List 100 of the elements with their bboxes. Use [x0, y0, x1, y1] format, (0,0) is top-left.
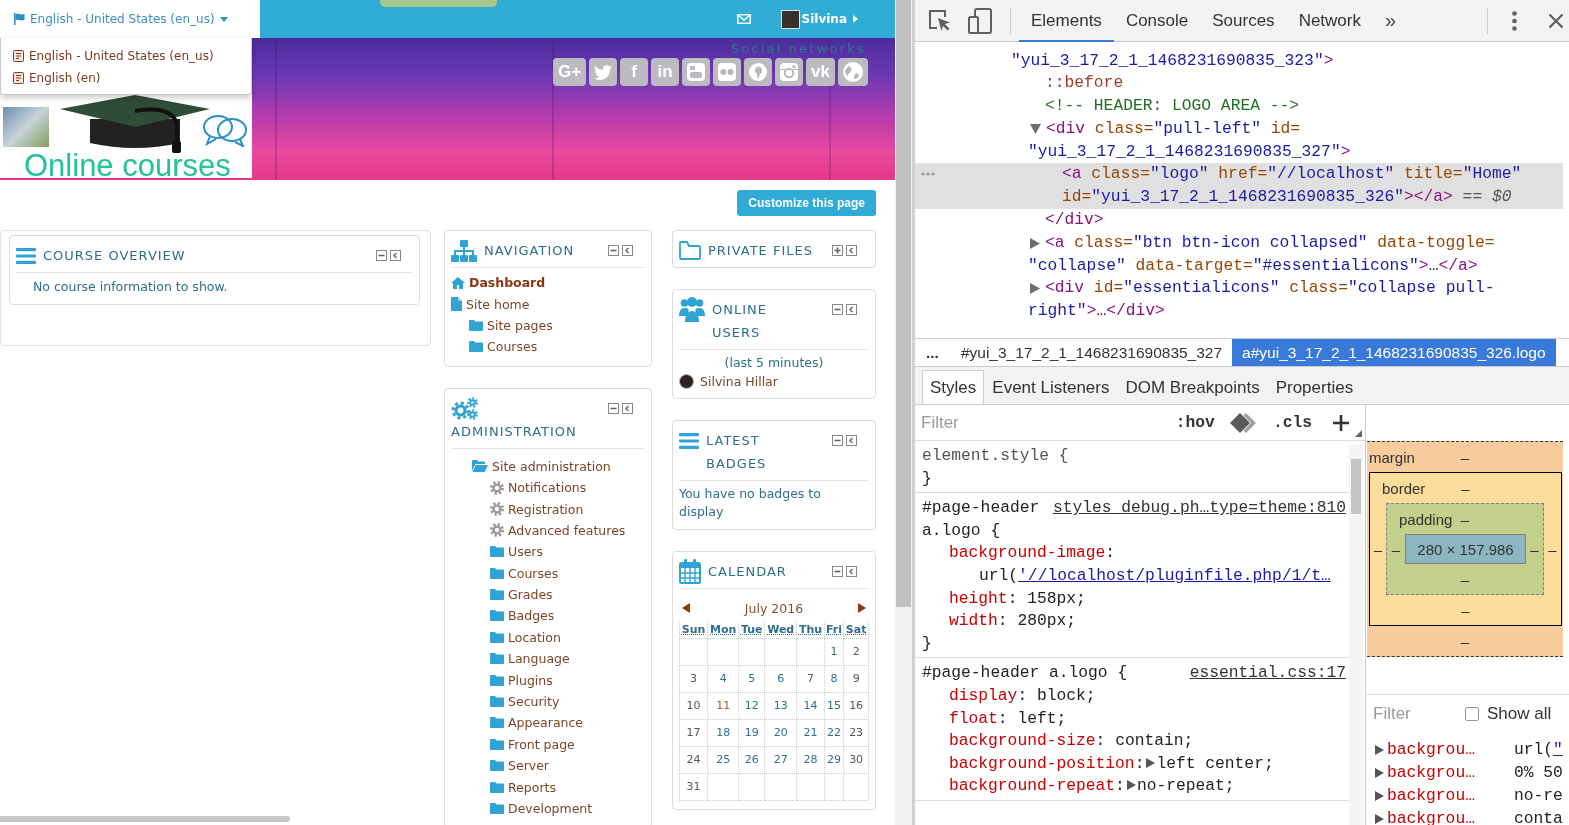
tree-item[interactable]: Grades: [490, 583, 553, 606]
breadcrumb-item[interactable]: a#yui_3_17_2_1_1468231690835_326.logo: [1232, 339, 1556, 366]
dock-icon[interactable]: [846, 566, 857, 577]
tree-item[interactable]: Site home: [451, 293, 530, 315]
tree-item[interactable]: Language: [490, 648, 570, 670]
calendar-day[interactable]: 4: [719, 672, 727, 685]
triangle-right-icon[interactable]: [1375, 744, 1384, 755]
social-link[interactable]: [682, 58, 711, 86]
language-menu-button[interactable]: English - United States (en_us): [13, 8, 228, 30]
triangle-right-icon[interactable]: [1375, 813, 1384, 824]
css-declaration[interactable]: float: left;: [922, 707, 1067, 731]
tree-item[interactable]: Plugins: [490, 669, 553, 691]
panel-tab[interactable]: Sources: [1200, 0, 1287, 42]
social-link[interactable]: [713, 58, 742, 86]
css-declaration[interactable]: width: 280px;: [922, 610, 1077, 633]
computed-property[interactable]: backgrou… 0% 50: [1366, 761, 1569, 784]
collapse-icon[interactable]: [832, 566, 843, 577]
language-option[interactable]: English - United States (en_us): [13, 45, 214, 67]
breadcrumb-item[interactable]: #yui_3_17_2_1_1468231690835_327: [950, 339, 1233, 366]
tree-item[interactable]: Site pages: [469, 314, 553, 337]
user-link[interactable]: Silvina Hillar: [679, 372, 778, 390]
computed-property[interactable]: backgrou… url(": [1366, 738, 1569, 761]
panel-tab[interactable]: Network: [1286, 0, 1373, 42]
tree-item[interactable]: Location: [490, 626, 561, 649]
social-link[interactable]: [589, 58, 618, 86]
tree-item[interactable]: Appearance: [490, 712, 584, 734]
device-icon[interactable]: [968, 7, 992, 34]
css-declaration[interactable]: display: block;: [922, 684, 1096, 708]
class-button[interactable]: .cls: [1272, 413, 1312, 432]
tree-item[interactable]: Site administration: [472, 455, 611, 477]
dom-node[interactable]: <a class="logo" href="//localhost" title="Home" id="yui_3_17_2_1_1468231690835_326"></a> == $0: [915, 163, 1563, 210]
tree-item[interactable]: Badges: [490, 605, 555, 627]
social-link[interactable]: [775, 58, 804, 86]
tree-item[interactable]: Development: [490, 797, 593, 820]
computed-property[interactable]: backgrou… no-re: [1366, 784, 1569, 807]
language-option[interactable]: English (en): [13, 67, 101, 89]
calendar-day[interactable]: 9: [852, 672, 860, 685]
collapse-icon[interactable]: [608, 402, 619, 414]
tree-item[interactable]: Security: [490, 690, 560, 713]
next-icon[interactable]: [858, 603, 866, 613]
filter-field[interactable]: Filter: [921, 408, 1176, 437]
inspect-icon[interactable]: [928, 8, 952, 33]
close-icon[interactable]: [1548, 12, 1564, 29]
dom-node[interactable]: "yui_3_17_2_1_1468231690835_323">: [1011, 49, 1334, 73]
calendar-day[interactable]: 5: [748, 672, 756, 685]
mail-icon[interactable]: [736, 14, 751, 24]
breadcrumb-overflow-button[interactable]: ...: [924, 339, 951, 366]
more-tabs-button[interactable]: »: [1373, 0, 1409, 42]
tree-item[interactable]: Server: [490, 755, 549, 777]
url-link[interactable]: '//localhost/pluginfile.php/1/t…: [1018, 565, 1331, 585]
collapse-icon[interactable]: [832, 304, 843, 315]
dock-icon[interactable]: [622, 402, 633, 414]
hover-state-button[interactable]: :hov: [1175, 413, 1215, 432]
css-declaration[interactable]: background-position: left center;: [922, 752, 1274, 776]
calendar-day[interactable]: 3: [690, 672, 698, 685]
tree-item[interactable]: Reports: [490, 776, 556, 798]
triangle-right-icon[interactable]: [1030, 283, 1040, 295]
dock-icon[interactable]: [846, 245, 857, 256]
dom-node[interactable]: <a class="btn btn-icon collapsed" data-toggle= "collapse" data-target="#essentialicons">…</a>: [1028, 231, 1495, 278]
tree-item[interactable]: Courses: [469, 336, 538, 358]
css-declaration[interactable]: background-repeat: no-repeat;: [922, 775, 1235, 798]
dom-node[interactable]: <div class="pull-left" id= "yui_3_17_2_1_1468231690835_327">: [1028, 117, 1351, 164]
tree-item[interactable]: Advanced features: [490, 519, 626, 542]
pane-tab[interactable]: Event Listeners: [984, 370, 1118, 404]
more-icon[interactable]: [1512, 10, 1517, 31]
dom-node[interactable]: ::before: [1045, 72, 1124, 96]
dom-node[interactable]: <!-- HEADER: LOGO AREA -->: [1045, 95, 1300, 118]
checkbox[interactable]: [1465, 707, 1479, 721]
css-declaration[interactable]: height: 158px;: [922, 587, 1086, 611]
tree-item[interactable]: Courses: [490, 562, 559, 584]
dom-node[interactable]: <div id="essentialicons" class="collapse pull- right">…</div>: [1028, 277, 1495, 324]
dock-icon[interactable]: [622, 245, 633, 256]
source-link[interactable]: styles_debug.ph…type=theme:810: [1052, 497, 1346, 520]
calendar-day[interactable]: 7: [807, 672, 814, 685]
panel-tab[interactable]: Console: [1113, 0, 1201, 42]
plus-icon[interactable]: [1333, 414, 1349, 431]
css-declaration[interactable]: background-size: contain;: [922, 730, 1194, 753]
tree-item[interactable]: Users: [490, 541, 543, 563]
tab-handle[interactable]: [380, 0, 497, 7]
dock-icon[interactable]: [846, 304, 857, 315]
expand-icon[interactable]: [832, 245, 843, 256]
dock-icon[interactable]: [390, 250, 401, 261]
checkbox-label[interactable]: Show all: [1487, 704, 1552, 724]
triangle-right-icon[interactable]: [1126, 780, 1136, 791]
triangle-right-icon[interactable]: [1146, 757, 1156, 768]
triangle-right-icon[interactable]: [1030, 237, 1040, 249]
source-link[interactable]: essential.css:17: [1189, 662, 1346, 685]
dots-icon[interactable]: [921, 172, 935, 177]
tree-item[interactable]: Registration: [490, 498, 584, 520]
social-link[interactable]: [744, 58, 773, 86]
dock-icon[interactable]: [846, 435, 857, 446]
panel-tab[interactable]: Elements: [1019, 0, 1114, 42]
pane-tab[interactable]: Styles: [922, 370, 985, 404]
calendar-day[interactable]: 6: [777, 672, 785, 685]
filter-field[interactable]: Filter: [1373, 700, 1459, 728]
collapse-icon[interactable]: [376, 250, 387, 261]
calendar-day[interactable]: 2: [852, 645, 860, 658]
css-declaration[interactable]: background-image: url('//localhost/pluginfile.php/1/t…: [922, 542, 1331, 588]
triangle-right-icon[interactable]: [1375, 790, 1384, 801]
calendar-day[interactable]: 1: [830, 645, 838, 658]
